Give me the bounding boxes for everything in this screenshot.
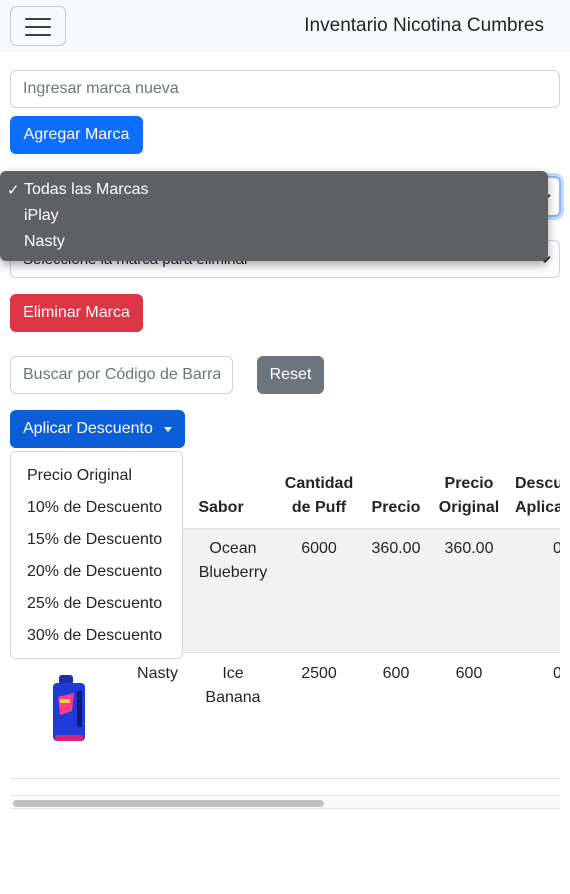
cell-marca: Nasty bbox=[137, 665, 178, 682]
header-descuento-line2: Aplicado bbox=[515, 499, 560, 516]
cell-descuento: 0 bbox=[553, 665, 560, 682]
row-divider bbox=[10, 778, 560, 779]
reset-button[interactable]: Reset bbox=[257, 356, 324, 394]
cell-sabor: Ocean Blueberry bbox=[185, 537, 281, 585]
table-horizontal-scrollbar[interactable] bbox=[10, 795, 560, 809]
vape-device-icon bbox=[53, 675, 85, 741]
apply-discount-button[interactable]: Aplicar Descuento bbox=[10, 410, 185, 448]
hamburger-icon bbox=[25, 18, 51, 20]
apply-discount-label: Aplicar Descuento bbox=[23, 420, 153, 437]
navbar-brand[interactable]: Inventario Nicotina Cumbres bbox=[304, 15, 544, 37]
cell-sabor: Ice Banana bbox=[185, 662, 281, 710]
brand-option-all[interactable]: Todas las Marcas bbox=[24, 181, 149, 199]
hamburger-icon-line bbox=[25, 26, 51, 28]
header-puff-line2: de Puff bbox=[291, 499, 347, 516]
header-precio-original: Precio Original bbox=[434, 472, 504, 520]
cell-precio: 600 bbox=[382, 665, 410, 682]
cell-sabor-line1: Ice bbox=[222, 665, 244, 682]
hamburger-icon-line bbox=[25, 34, 51, 36]
brand-option-nasty[interactable]: Nasty bbox=[24, 233, 65, 251]
cell-sabor-line2: Blueberry bbox=[198, 564, 268, 581]
discount-option[interactable]: 20% de Descuento bbox=[27, 563, 162, 581]
cell-puff: 2500 bbox=[301, 665, 337, 682]
new-brand-input[interactable] bbox=[10, 70, 560, 108]
navbar: Inventario Nicotina Cumbres bbox=[0, 0, 570, 52]
cell-sabor-line1: Ocean bbox=[209, 540, 257, 557]
discount-option[interactable]: Precio Original bbox=[27, 467, 132, 485]
discount-dropdown-menu: Precio Original 10% de Descuento 15% de … bbox=[10, 451, 183, 659]
header-puff-line1: Cantidad bbox=[284, 475, 354, 492]
cell-descuento: 0 bbox=[553, 540, 560, 557]
header-original-line1: Precio bbox=[444, 475, 494, 492]
cell-sabor-line2: Banana bbox=[205, 689, 261, 706]
discount-option[interactable]: 25% de Descuento bbox=[27, 595, 162, 613]
add-brand-button[interactable]: Agregar Marca bbox=[10, 116, 143, 154]
menu-toggle-button[interactable] bbox=[10, 6, 66, 46]
header-original-line2: Original bbox=[438, 499, 500, 516]
brand-filter-options: ✓ Todas las Marcas iPlay Nasty bbox=[0, 171, 548, 261]
check-icon: ✓ bbox=[7, 182, 20, 199]
barcode-search-input[interactable] bbox=[10, 356, 233, 394]
cell-puff: 6000 bbox=[301, 540, 337, 557]
header-sabor: Sabor bbox=[198, 499, 244, 516]
brand-option-iplay[interactable]: iPlay bbox=[24, 207, 59, 225]
cell-precio: 360.00 bbox=[371, 540, 421, 557]
discount-option[interactable]: 10% de Descuento bbox=[27, 499, 162, 517]
header-descuento-line1: Descuento bbox=[515, 475, 560, 492]
cell-precio-original: 600 bbox=[455, 665, 483, 682]
header-precio: Precio bbox=[371, 499, 421, 516]
caret-down-icon bbox=[164, 427, 172, 432]
header-puff: Cantidad de Puff bbox=[280, 472, 358, 520]
scrollbar-thumb[interactable] bbox=[13, 800, 324, 807]
delete-brand-button[interactable]: Eliminar Marca bbox=[10, 294, 143, 332]
product-image bbox=[50, 675, 88, 743]
discount-option[interactable]: 30% de Descuento bbox=[27, 627, 162, 645]
header-descuento: Descuento Aplicado bbox=[515, 472, 560, 520]
cell-precio-original: 360.00 bbox=[444, 540, 494, 557]
discount-option[interactable]: 15% de Descuento bbox=[27, 531, 162, 549]
